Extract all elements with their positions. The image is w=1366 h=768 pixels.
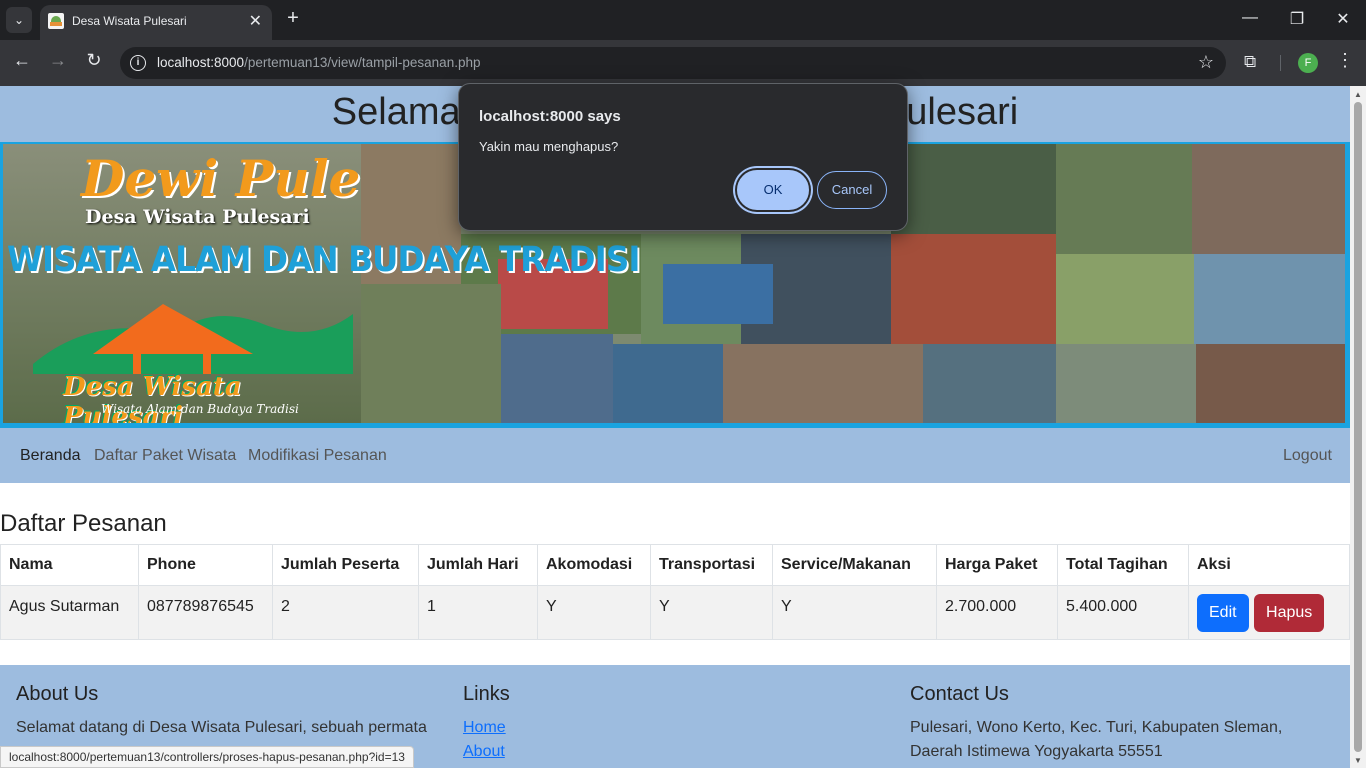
scroll-thumb[interactable]	[1354, 102, 1362, 752]
nav-beranda[interactable]: Beranda	[20, 447, 81, 465]
cell-phone: 087789876545	[138, 585, 273, 640]
url-text: localhost:8000/pertemuan13/view/tampil-p…	[157, 55, 481, 70]
house-logo-icon	[33, 304, 353, 374]
url-omnibox[interactable]: i localhost:8000/pertemuan13/view/tampil…	[120, 47, 1226, 79]
column-header: Akomodasi	[537, 544, 651, 586]
site-nav: Beranda Daftar Paket Wisata Modifikasi P…	[0, 428, 1350, 483]
dialog-cancel-button[interactable]: Cancel	[817, 171, 887, 209]
extensions-icon[interactable]: ⧉	[1244, 52, 1256, 72]
column-header: Harga Paket	[936, 544, 1058, 586]
cell-harga-paket: 2.700.000	[936, 585, 1058, 640]
footer-link-about[interactable]: About	[463, 740, 883, 764]
browser-menu-icon[interactable]: ⋮	[1336, 50, 1354, 71]
page-scrollbar[interactable]: ▲ ▼	[1350, 86, 1366, 768]
column-header: Service/Makanan	[772, 544, 937, 586]
confirm-dialog: localhost:8000 says Yakin mau menghapus?…	[458, 83, 908, 231]
cell-aksi: Edit Hapus	[1188, 585, 1350, 640]
tab-title: Desa Wisata Pulesari	[72, 14, 187, 28]
close-window-button[interactable]: ✕	[1333, 9, 1353, 29]
browser-tab[interactable]: Desa Wisata Pulesari ✕	[40, 5, 272, 40]
footer-about-text: Selamat datang di Desa Wisata Pulesari, …	[16, 719, 427, 736]
scroll-down-icon[interactable]: ▼	[1354, 756, 1362, 765]
footer-contact-text: Pulesari, Wono Kerto, Kec. Turi, Kabupat…	[910, 719, 1283, 760]
footer-contact: Contact Us Pulesari, Wono Kerto, Kec. Tu…	[910, 683, 1335, 764]
footer-about: About Us Selamat datang di Desa Wisata P…	[16, 683, 436, 740]
profile-avatar[interactable]: F	[1298, 53, 1318, 73]
restore-button[interactable]: ❐	[1287, 9, 1307, 29]
table-header-row: Nama Phone Jumlah Peserta Jumlah Hari Ak…	[0, 544, 1350, 586]
banner-tagline: Wisata Alam dan Budaya Tradisi	[101, 402, 299, 416]
footer-about-title: About Us	[16, 683, 99, 705]
toolbar-divider	[1280, 55, 1281, 71]
dialog-ok-button[interactable]: OK	[737, 170, 809, 210]
column-header: Transportasi	[650, 544, 773, 586]
bookmark-star-icon[interactable]: ☆	[1198, 52, 1214, 73]
hapus-button[interactable]: Hapus	[1254, 594, 1325, 632]
banner-logo: Dewi Pule Desa Wisata Pulesari Desa Wisa…	[3, 144, 361, 423]
column-header: Nama	[0, 544, 139, 586]
nav-logout[interactable]: Logout	[1283, 447, 1332, 465]
table-row: Agus Sutarman 087789876545 2 1 Y Y Y 2.7…	[0, 585, 1350, 640]
reload-button[interactable]: ↻	[82, 50, 106, 71]
back-button[interactable]: ←	[10, 50, 34, 71]
browser-tab-bar: ⌄ Desa Wisata Pulesari ✕ + — ❐ ✕	[0, 0, 1366, 40]
scroll-up-icon[interactable]: ▲	[1354, 90, 1362, 99]
footer-links: Links Home About	[463, 683, 883, 764]
forward-button[interactable]: →	[46, 50, 70, 71]
nav-modifikasi-pesanan[interactable]: Modifikasi Pesanan	[248, 447, 387, 465]
new-tab-button[interactable]: +	[282, 7, 304, 30]
tab-close-icon[interactable]: ✕	[249, 11, 262, 31]
tab-search-button[interactable]: ⌄	[6, 7, 32, 33]
minimize-button[interactable]: —	[1240, 9, 1260, 27]
column-header: Phone	[138, 544, 273, 586]
cell-akomodasi: Y	[537, 585, 651, 640]
dialog-title: localhost:8000 says	[479, 108, 621, 125]
nav-daftar-paket-wisata[interactable]: Daftar Paket Wisata	[94, 447, 236, 465]
column-header: Jumlah Hari	[418, 544, 538, 586]
banner-brand: Dewi Pule	[81, 149, 361, 208]
edit-button[interactable]: Edit	[1197, 594, 1249, 632]
site-info-icon[interactable]: i	[130, 55, 146, 71]
cell-service: Y	[772, 585, 937, 640]
section-title: Daftar Pesanan	[0, 510, 167, 537]
cell-nama: Agus Sutarman	[0, 585, 139, 640]
cell-total-tagihan: 5.400.000	[1057, 585, 1189, 640]
banner-desa: Desa Wisata Pulesari	[85, 206, 310, 228]
cell-jumlah-hari: 1	[418, 585, 538, 640]
column-header: Jumlah Peserta	[272, 544, 419, 586]
footer-links-title: Links	[463, 683, 510, 705]
footer-link-home[interactable]: Home	[463, 716, 883, 740]
dialog-message: Yakin mau menghapus?	[479, 139, 619, 154]
cell-transportasi: Y	[650, 585, 773, 640]
orders-table: Nama Phone Jumlah Peserta Jumlah Hari Ak…	[0, 544, 1350, 640]
status-bar-url: localhost:8000/pertemuan13/controllers/p…	[0, 746, 414, 768]
column-header: Aksi	[1188, 544, 1350, 586]
column-header: Total Tagihan	[1057, 544, 1189, 586]
favicon-icon	[48, 13, 64, 29]
banner-headline: WISATA ALAM DAN BUDAYA TRADISI	[7, 240, 640, 280]
footer-contact-title: Contact Us	[910, 683, 1009, 705]
cell-jumlah-peserta: 2	[272, 585, 419, 640]
address-bar-row: ← → ↻ i localhost:8000/pertemuan13/view/…	[0, 40, 1366, 86]
